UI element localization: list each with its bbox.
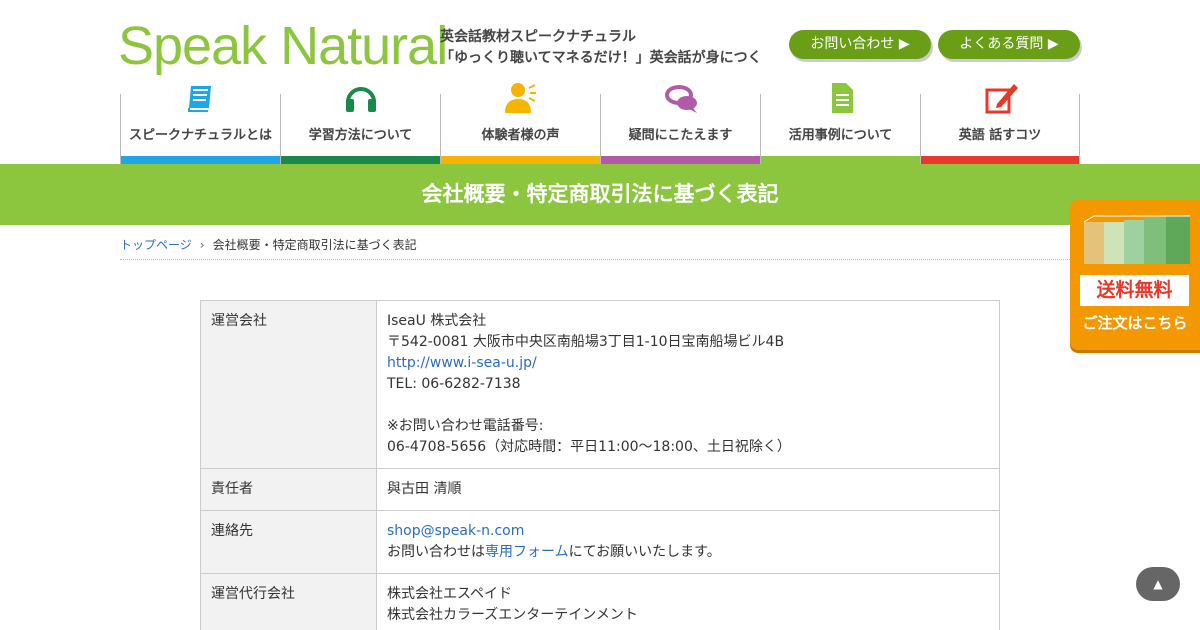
- table-row: 運営会社 IseaU 株式会社 〒542-0081 大阪市中央区南船場3丁目1-…: [200, 300, 1000, 469]
- company-tel: TEL: 06-6282-7138: [387, 376, 521, 392]
- tagline-line-2: 「ゆっくり聴いてマネるだけ！」英会話が身につく: [440, 50, 762, 66]
- nav-item-voices[interactable]: 体験者様の声: [440, 83, 600, 164]
- nav-color-bar: [921, 156, 1079, 164]
- company-name: IseaU 株式会社: [387, 313, 487, 329]
- row-value-contact: shop@speak-n.com お問い合わせは専用フォームにてお願いいたします…: [376, 510, 1000, 574]
- page-title-band: 会社概要・特定商取引法に基づく表記: [0, 164, 1200, 225]
- row-label-contact: 連絡先: [200, 510, 377, 574]
- nav-color-bar: [121, 156, 280, 164]
- nav-item-tips[interactable]: 英語 話すコツ: [920, 84, 1080, 164]
- company-url-link[interactable]: http://www.i-sea-u.jp/: [387, 355, 537, 371]
- table-row: 運営代行会社 株式会社エスペイド 株式会社カラーズエンターテインメント: [200, 573, 1000, 630]
- row-value-company: IseaU 株式会社 〒542-0081 大阪市中央区南船場3丁目1-10日宝南…: [376, 300, 1000, 469]
- nav-item-method[interactable]: 学習方法について: [280, 87, 440, 164]
- contact-button[interactable]: お問い合わせ ▶: [789, 30, 931, 59]
- table-row: 連絡先 shop@speak-n.com お問い合わせは専用フォームにてお願いい…: [200, 510, 1000, 574]
- nav-color-bar: [601, 156, 760, 164]
- nav-color-bar: [281, 156, 440, 164]
- nav-label-method: 学習方法について: [308, 128, 413, 143]
- company-address: 〒542-0081 大阪市中央区南船場3丁目1-10日宝南船場ビル4B: [387, 334, 785, 350]
- site-header: Speak Natural 英会話教材スピークナチュラル 「ゆっくり聴いてマネる…: [0, 0, 1200, 94]
- nav-label-voices: 体験者様の声: [481, 128, 560, 143]
- main-nav: スピークナチュラルとは 学習方法について 体験者様の声 疑問にこたえます 活用事…: [120, 83, 1080, 164]
- back-to-top-button[interactable]: ▲: [1136, 567, 1180, 601]
- nav-label-faq: 疑問にこたえます: [628, 128, 733, 143]
- product-boxes-icon: [1083, 215, 1190, 264]
- nav-item-cases[interactable]: 活用事例について: [760, 83, 920, 164]
- row-label-agency: 運営代行会社: [200, 573, 377, 630]
- breadcrumb: トップページ › 会社概要・特定商取引法に基づく表記: [120, 236, 1080, 260]
- free-shipping-label: 送料無料: [1080, 275, 1189, 306]
- site-logo[interactable]: Speak Natural: [118, 14, 448, 78]
- contact-text-1: お問い合わせは: [387, 544, 485, 560]
- user-voice-icon: [505, 83, 536, 113]
- breadcrumb-separator-icon: ›: [199, 238, 205, 252]
- nav-label-tips: 英語 話すコツ: [958, 128, 1042, 143]
- nav-label-about: スピークナチュラルとは: [128, 128, 272, 143]
- site-tagline: 英会話教材スピークナチュラル 「ゆっくり聴いてマネるだけ！」英会話が身につく: [440, 27, 762, 69]
- document-icon: [832, 83, 853, 113]
- edit-icon: [985, 84, 1018, 114]
- breadcrumb-current: 会社概要・特定商取引法に基づく表記: [212, 238, 417, 252]
- company-info-table: 運営会社 IseaU 株式会社 〒542-0081 大阪市中央区南船場3丁目1-…: [200, 300, 1000, 630]
- headphones-icon: [346, 87, 376, 112]
- breadcrumb-home-link[interactable]: トップページ: [120, 238, 192, 252]
- row-label-manager: 責任者: [200, 468, 377, 511]
- book-icon: [188, 86, 211, 112]
- nav-item-about[interactable]: スピークナチュラルとは: [120, 86, 280, 164]
- agency-2: 株式会社カラーズエンターテインメント: [387, 607, 638, 623]
- table-row: 責任者 與古田 清順: [200, 468, 1000, 511]
- order-banner[interactable]: 送料無料 ご注文はこちら: [1070, 200, 1200, 350]
- nav-label-cases: 活用事例について: [788, 128, 893, 143]
- nav-item-faq[interactable]: 疑問にこたえます: [600, 85, 760, 164]
- chat-bubbles-icon: [665, 85, 697, 113]
- row-label-company: 運営会社: [200, 300, 377, 469]
- company-inquiry-tel: 06-4708-5656（対応時間：平日11:00〜18:00、土日祝除く）: [387, 439, 791, 455]
- contact-text-2: にてお願いいたします。: [568, 544, 721, 560]
- company-inquiry-label: ※お問い合わせ電話番号:: [387, 418, 544, 434]
- row-value-agency: 株式会社エスペイド 株式会社カラーズエンターテインメント: [376, 573, 1000, 630]
- order-here-label: ご注文はこちら: [1082, 314, 1188, 332]
- tagline-line-1: 英会話教材スピークナチュラル: [440, 29, 636, 45]
- row-value-manager: 與古田 清順: [376, 468, 1000, 511]
- faq-button[interactable]: よくある質問 ▶: [938, 30, 1080, 59]
- nav-color-bar: [441, 156, 600, 164]
- nav-color-bar: [761, 156, 920, 164]
- contact-form-link[interactable]: 専用フォーム: [485, 544, 569, 560]
- agency-1: 株式会社エスペイド: [387, 586, 513, 602]
- contact-email-link[interactable]: shop@speak-n.com: [387, 523, 524, 539]
- page-title: 会社概要・特定商取引法に基づく表記: [421, 182, 779, 206]
